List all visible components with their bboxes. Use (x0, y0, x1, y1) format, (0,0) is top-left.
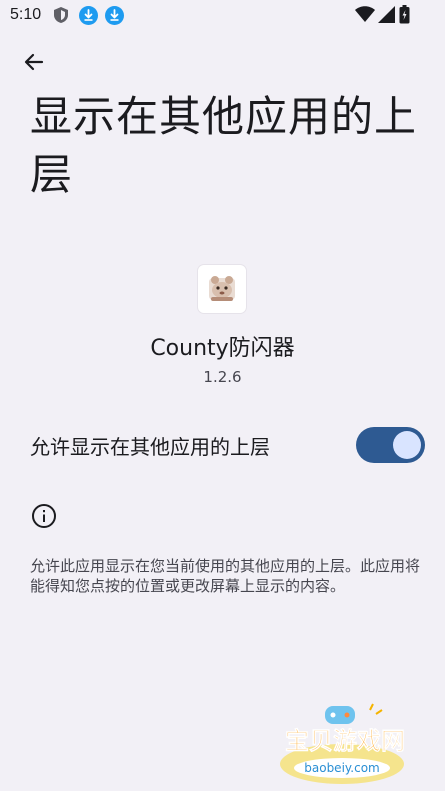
arrow-left-icon (22, 50, 46, 78)
permission-toggle[interactable] (356, 427, 425, 463)
download-icon (105, 6, 124, 29)
status-bar: 5:10 (0, 0, 445, 32)
app-icon (198, 265, 246, 313)
app-name: County防闪器 (150, 336, 295, 361)
app-logo-icon (209, 276, 235, 301)
shield-icon (52, 6, 70, 28)
permission-description: 允许此应用显示在您当前使用的其他应用的上层。此应用将能得知您点按的位置或更改屏幕… (30, 557, 421, 595)
watermark-logo: 宝贝游戏网 baobeiy.com (270, 702, 420, 787)
battery-icon (399, 5, 410, 28)
svg-text:baobeiy.com: baobeiy.com (304, 761, 379, 775)
app-version: 1.2.6 (203, 368, 242, 386)
toggle-thumb (393, 431, 421, 459)
cellular-signal-icon (378, 6, 395, 27)
download-icon (79, 6, 98, 29)
info-icon (31, 503, 57, 529)
wifi-icon (355, 6, 375, 27)
permission-row[interactable]: 允许显示在其他应用的上层 (0, 418, 445, 472)
status-time: 5:10 (10, 6, 42, 23)
page-title: 显示在其他应用的上层 (30, 92, 418, 199)
back-button[interactable] (16, 46, 52, 82)
permission-label: 允许显示在其他应用的上层 (30, 435, 270, 459)
svg-text:宝贝游戏网: 宝贝游戏网 (285, 727, 405, 755)
